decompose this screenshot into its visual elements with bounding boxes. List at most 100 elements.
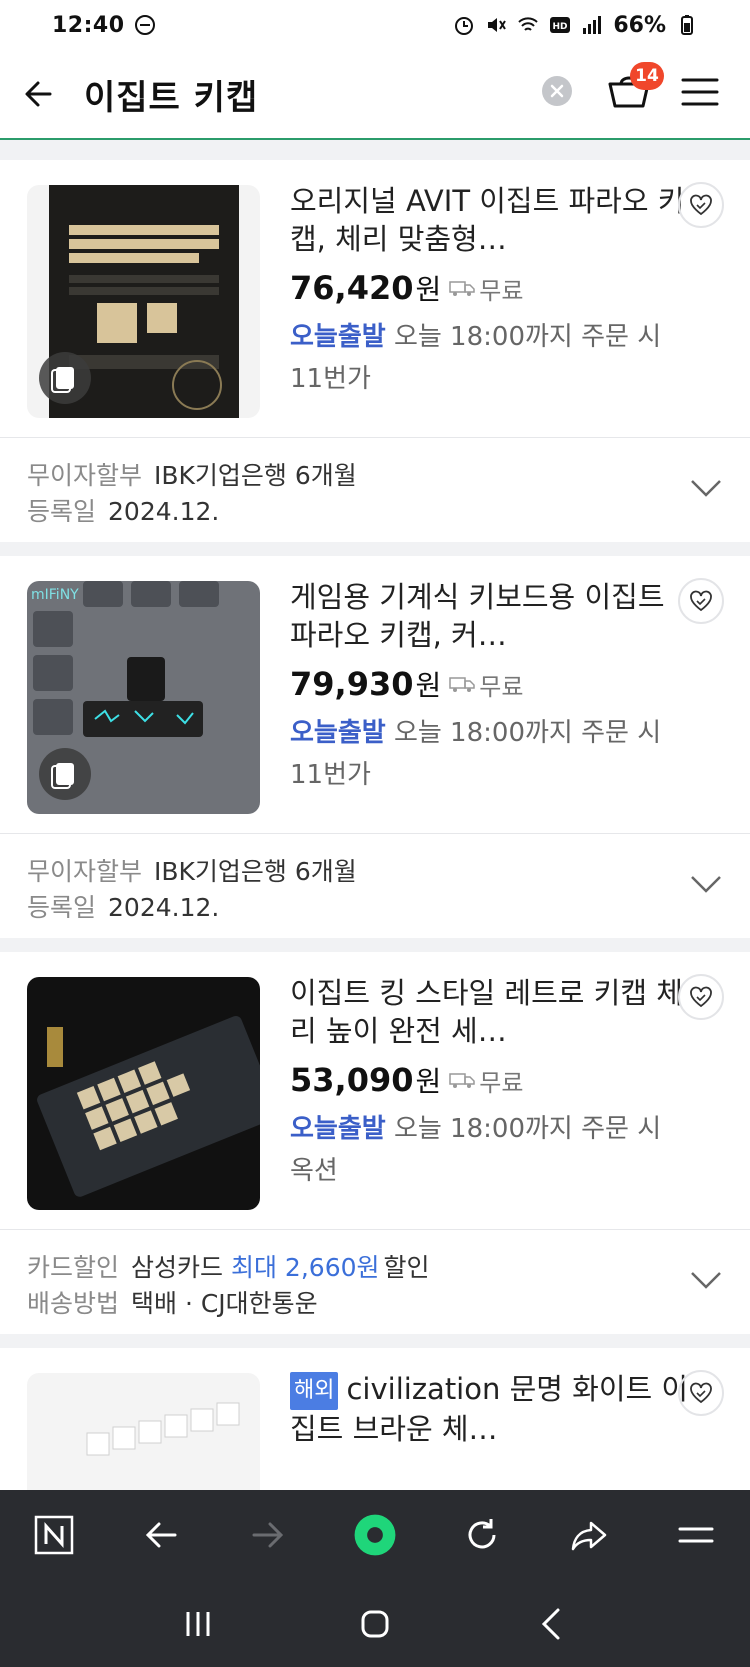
clear-search-button[interactable] (542, 76, 572, 106)
currency-label: 원 (415, 669, 442, 702)
browser-toolbar (0, 1490, 750, 1580)
cart-count-badge: 14 (630, 62, 664, 90)
chevron-down-icon[interactable] (690, 1270, 722, 1290)
alarm-icon (455, 17, 474, 35)
product-image[interactable]: mIFiNY (27, 581, 260, 814)
wishlist-button[interactable] (678, 974, 724, 1020)
status-time: 12:40 (52, 12, 125, 38)
product-card[interactable]: mIFiNY 게임용 기계식 키보드용 이집트 파라오 키캡, 커… 79,93… (0, 556, 750, 938)
product-info: 해외 civilization 문명 화이트 이집트 브라운 체… (290, 1370, 690, 1448)
extra-value: IBK기업은행 6개월 (154, 461, 357, 490)
system-back-icon[interactable] (532, 1604, 572, 1644)
green-dot-button[interactable] (353, 1513, 397, 1557)
heart-icon (690, 1382, 712, 1404)
heart-icon (690, 590, 712, 612)
hd-voice-icon: HD (550, 17, 571, 33)
product-price: 79,930 (290, 665, 414, 703)
browser-back-button[interactable] (139, 1513, 183, 1557)
product-extra-info[interactable]: 카드할인 삼성카드 최대 2,660원 할인 배송방법 택배 · CJ대한통운 (0, 1230, 750, 1334)
close-icon (550, 84, 564, 98)
svg-text:mIFiNY: mIFiNY (31, 587, 79, 603)
search-query-title[interactable]: 이집트 키캡 (84, 70, 258, 119)
naver-home-button[interactable] (32, 1513, 76, 1557)
registered-date-line: 등록일 2024.12. (27, 890, 750, 926)
seller-name: 11번가 (290, 364, 371, 394)
delivery-truck-icon (449, 677, 475, 692)
extra-value: IBK기업은행 6개월 (154, 857, 357, 886)
card-discount-line: 카드할인 삼성카드 최대 2,660원 할인 (27, 1250, 750, 1286)
copy-icon[interactable] (39, 748, 91, 800)
chevron-down-icon[interactable] (690, 478, 722, 498)
today-shipping-label: 오늘출발 (290, 718, 386, 748)
home-icon[interactable] (355, 1604, 395, 1644)
extra-value: 택배 · CJ대한통운 (131, 1289, 318, 1318)
price-row: 53,090 원 무료 (290, 1060, 690, 1100)
product-extra-info[interactable]: 무이자할부 IBK기업은행 6개월 등록일 2024.12. (0, 438, 750, 542)
copy-icon[interactable] (39, 352, 91, 404)
heart-icon (690, 194, 712, 216)
keyboard-image (27, 977, 260, 1210)
product-list: 오리지널 AVIT 이집트 파라오 키캡, 체리 맞춤형… 76,420 원 무… (0, 160, 750, 1640)
seller-name: 11번가 (290, 760, 371, 790)
search-header: 이집트 키캡 14 (0, 50, 750, 140)
dnd-icon (134, 15, 155, 35)
hamburger-menu-icon (678, 1527, 714, 1543)
product-price: 53,090 (290, 1061, 414, 1099)
price-row: 76,420 원 무료 (290, 268, 690, 308)
product-image[interactable] (27, 977, 260, 1210)
browser-menu-button[interactable] (674, 1513, 718, 1557)
heart-icon (690, 986, 712, 1008)
extra-key: 카드할인 (27, 1253, 120, 1282)
product-info: 게임용 기계식 키보드용 이집트 파라오 키캡, 커… 79,930 원 무료 … (290, 578, 690, 791)
product-title[interactable]: 오리지널 AVIT 이집트 파라오 키캡, 체리 맞춤형… (290, 182, 690, 258)
product-title[interactable]: 게임용 기계식 키보드용 이집트 파라오 키캡, 커… (290, 578, 690, 654)
reload-icon (468, 1519, 496, 1549)
product-extra-info[interactable]: 무이자할부 IBK기업은행 6개월 등록일 2024.12. (0, 834, 750, 938)
currency-label: 원 (415, 273, 442, 306)
status-bar: 12:40 HD 66% (0, 0, 750, 50)
overseas-tag: 해외 (290, 1372, 339, 1410)
discount-amount: 최대 2,660원 (230, 1253, 380, 1282)
product-card[interactable]: 오리지널 AVIT 이집트 파라오 키캡, 체리 맞춤형… 76,420 원 무… (0, 160, 750, 542)
hamburger-menu-icon[interactable] (680, 76, 720, 108)
extra-key: 등록일 (27, 893, 97, 922)
back-arrow-icon[interactable] (20, 74, 60, 114)
extra-value: 2024.12. (108, 497, 220, 526)
installment-line: 무이자할부 IBK기업은행 6개월 (27, 458, 750, 494)
product-image[interactable] (27, 185, 260, 418)
wifi-icon (518, 17, 539, 31)
svg-text:HD: HD (553, 22, 568, 32)
delivery-cutoff: 오늘 18:00까지 주문 시 (393, 718, 662, 748)
product-card[interactable]: 이집트 킹 스타일 레트로 키캡 체리 높이 완전 세… 53,090 원 무료… (0, 952, 750, 1334)
wishlist-button[interactable] (678, 182, 724, 228)
product-title[interactable]: 이집트 킹 스타일 레트로 키캡 체리 높이 완전 세… (290, 974, 690, 1050)
delivery-info: 오늘출발 오늘 18:00까지 주문 시 (290, 714, 690, 752)
product-title-text: civilization 문명 화이트 이집트 브라운 체… (290, 1372, 689, 1446)
mute-icon (488, 18, 507, 32)
extra-key: 배송방법 (27, 1289, 120, 1318)
extra-value: 2024.12. (108, 893, 220, 922)
chevron-down-icon[interactable] (690, 874, 722, 894)
wishlist-button[interactable] (678, 1370, 724, 1416)
price-row: 79,930 원 무료 (290, 664, 690, 704)
share-icon (572, 1521, 607, 1551)
naver-n-icon (34, 1515, 73, 1555)
share-button[interactable] (567, 1513, 611, 1557)
product-price: 76,420 (290, 269, 414, 307)
browser-forward-button[interactable] (246, 1513, 290, 1557)
wishlist-button[interactable] (678, 578, 724, 624)
product-title[interactable]: 해외 civilization 문명 화이트 이집트 브라운 체… (290, 1370, 690, 1448)
extra-key: 무이자할부 (27, 857, 143, 886)
recent-apps-icon[interactable] (178, 1604, 218, 1644)
reload-button[interactable] (460, 1513, 504, 1557)
delivery-cutoff: 오늘 18:00까지 주문 시 (393, 1114, 662, 1144)
status-right: HD 66% (453, 13, 698, 38)
product-summary: mIFiNY 게임용 기계식 키보드용 이집트 파라오 키캡, 커… 79,93… (0, 556, 750, 834)
delivery-truck-icon (449, 281, 475, 296)
system-nav-bar (0, 1580, 750, 1667)
product-info: 오리지널 AVIT 이집트 파라오 키캡, 체리 맞춤형… 76,420 원 무… (290, 182, 690, 395)
delivery-info: 오늘출발 오늘 18:00까지 주문 시 (290, 1110, 690, 1148)
seller-name: 옥션 (290, 1156, 338, 1186)
today-shipping-label: 오늘출발 (290, 322, 386, 352)
extra-value: 삼성카드 (131, 1253, 224, 1282)
